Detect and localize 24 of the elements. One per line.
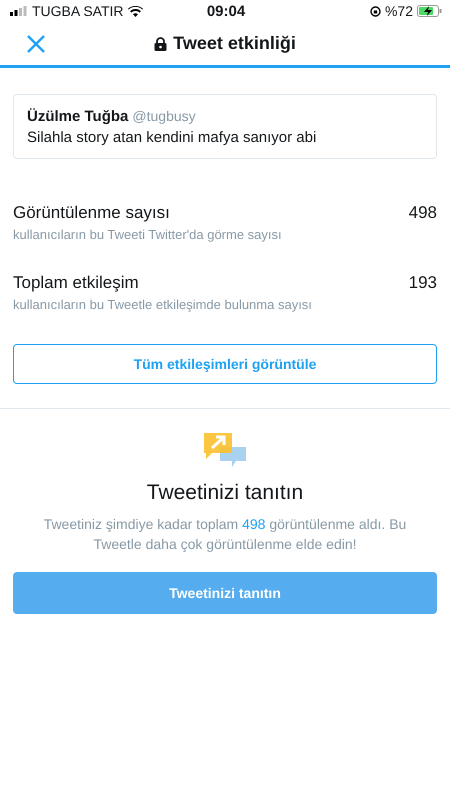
stat-value: 498 <box>408 203 437 223</box>
rotation-lock-icon <box>370 6 381 16</box>
promote-button[interactable]: Tweetinizi tanıtın <box>13 572 437 614</box>
wifi-icon <box>128 6 143 16</box>
close-icon[interactable] <box>26 34 46 54</box>
stat-value: 193 <box>408 273 437 293</box>
carrier-name: TUGBA SATIR <box>32 3 124 19</box>
battery-percent: %72 <box>384 3 413 19</box>
author-handle: @tugbusy <box>132 108 196 124</box>
author-name: Üzülme Tuğba <box>27 108 128 125</box>
signal-icon <box>10 6 28 16</box>
promote-title: Tweetinizi tanıtın <box>146 481 304 505</box>
view-all-button[interactable]: Tüm etkileşimleri görüntüle <box>13 344 437 384</box>
stat-description: kullanıcıların bu Tweeti Twitter'da görme sayısı <box>13 227 283 242</box>
tweet-text: Silahla story atan kendini mafya sanıyor abi <box>27 129 318 146</box>
promote-description: Tweetiniz şimdiye kadar toplam 498 görüntülenme aldı. Bu Tweetle daha çok görüntülenme elde edin! <box>42 515 408 554</box>
lock-icon <box>154 36 168 50</box>
promote-chat-icon <box>202 431 248 469</box>
battery-charging-icon <box>417 5 442 17</box>
stat-description: kullanıcıların bu Tweetle etkileşimde bulunma sayısı <box>13 297 313 312</box>
clock-time: 09:04 <box>206 2 246 20</box>
stat-label: Görüntülenme sayısı <box>13 203 170 223</box>
screen-title: Tweet etkinliği <box>173 33 296 54</box>
stat-label: Toplam etkileşim <box>13 273 139 293</box>
